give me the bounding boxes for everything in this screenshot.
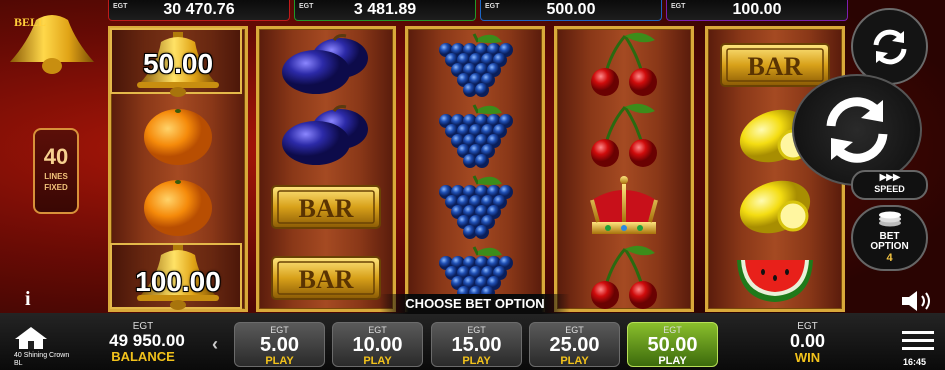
balance-display: EGT 49 950.00 BALANCE [78,321,208,363]
cherries-symbol-icon [554,242,694,313]
bet-amount: 5.00 [260,334,299,356]
bet-amount: 50.00 [647,334,698,356]
lines-label: LINES [44,172,68,181]
orange-symbol-icon [108,100,248,171]
watermelon-symbol-icon [705,242,845,313]
grapes-symbol-icon [405,29,545,100]
spin-icon [826,97,888,163]
bet-amount: 15.00 [451,334,502,356]
game-name-line2: BL [14,360,23,367]
coins-icon [878,211,901,227]
bet-play-label: PLAY [462,355,491,367]
jackpot-currency: EGT [485,3,500,10]
jackpot-value: 30 470.76 [163,1,235,18]
cherries-symbol-icon [554,100,694,171]
logo-bell-icon: BELL [6,12,98,78]
cherries-symbol-icon [554,29,694,100]
plum-symbol-icon [256,100,396,171]
choose-bet-option-banner: CHOOSE BET OPTION [380,294,570,314]
bet-play-label: PLAY [265,355,294,367]
balance-value: 49 950.00 [109,331,185,350]
bet-play-button[interactable]: EGT 50.00 PLAY [627,322,718,367]
jackpot-value: 3 481.89 [353,1,417,18]
lemon-symbol-icon [705,171,845,242]
jackpot-currency: EGT [299,3,314,10]
bet-play-button[interactable]: EGT 5.00 PLAY [234,322,325,367]
autoplay-icon [873,29,906,64]
jackpot-meter-1: EGT 30 470.76 [108,0,290,21]
bet-play-label: PLAY [658,355,687,367]
jackpot-meter-4: EGT 100.00 [666,0,848,21]
jackpot-currency: EGT [671,3,686,10]
win-amount-bottom: 100.00 [135,266,221,297]
bet-play-button[interactable]: EGT 25.00 PLAY [529,322,620,367]
svg-text:BAR: BAR [299,265,354,294]
win-label: WIN [794,350,821,365]
bet-amount: 25.00 [549,334,600,356]
fixed-label: FIXED [44,183,68,192]
speed-button[interactable]: ▶▶▶ SPEED [851,170,928,200]
lines-fixed-indicator: 40 LINES FIXED [33,128,79,214]
jackpot-meter-2: EGT 3 481.89 [294,0,476,21]
grapes-symbol-icon [405,100,545,171]
chevron-left-icon[interactable]: ‹ [212,334,218,355]
jackpot-currency: EGT [113,3,128,10]
svg-text:BAR: BAR [299,194,354,223]
win-amount-top: 50.00 [142,48,214,79]
crown-symbol-icon [554,171,694,242]
speed-label: SPEED [874,184,905,194]
bet-option-button[interactable]: BET OPTION 4 [851,205,928,271]
game-name: 40 Shining Crown BL [14,352,69,368]
bar-symbol-icon: BAR [256,242,396,313]
bet-play-label: PLAY [363,355,392,367]
win-value: 0.00 [789,331,826,351]
clock: 16:45 [903,357,927,367]
bet-option-value: 4 [886,252,893,264]
bet-option-label-2: OPTION [870,241,909,252]
jackpot-value: 500.00 [546,1,596,18]
bar-symbol-icon: BAR [256,171,396,242]
jackpot-value: 100.00 [732,1,782,18]
speed-arrows-icon: ▶▶▶ [879,172,900,183]
plum-symbol-icon [256,29,396,100]
lines-count: 40 [43,144,69,169]
bet-play-button[interactable]: EGT 15.00 PLAY [431,322,522,367]
jackpot-meter-3: EGT 500.00 [480,0,662,21]
home-icon[interactable] [14,326,48,355]
svg-text:BAR: BAR [748,52,803,81]
menu-icon[interactable] [902,330,934,357]
jackpot-meters: EGT 30 470.76 EGT 3 481.89 EGT 500.00 EG… [108,0,848,21]
win-display: EGT 0.00 WIN [760,321,855,364]
grapes-symbol-icon [405,171,545,242]
orange-symbol-icon [108,171,248,242]
bet-amount: 10.00 [352,334,403,356]
balance-label: BALANCE [111,349,175,364]
game-name-line1: 40 Shining Crown [14,352,70,359]
svg-text:BELL: BELL [14,15,46,29]
bet-play-label: PLAY [560,355,589,367]
bet-play-button[interactable]: EGT 10.00 PLAY [332,322,423,367]
info-icon[interactable]: i [25,288,31,311]
